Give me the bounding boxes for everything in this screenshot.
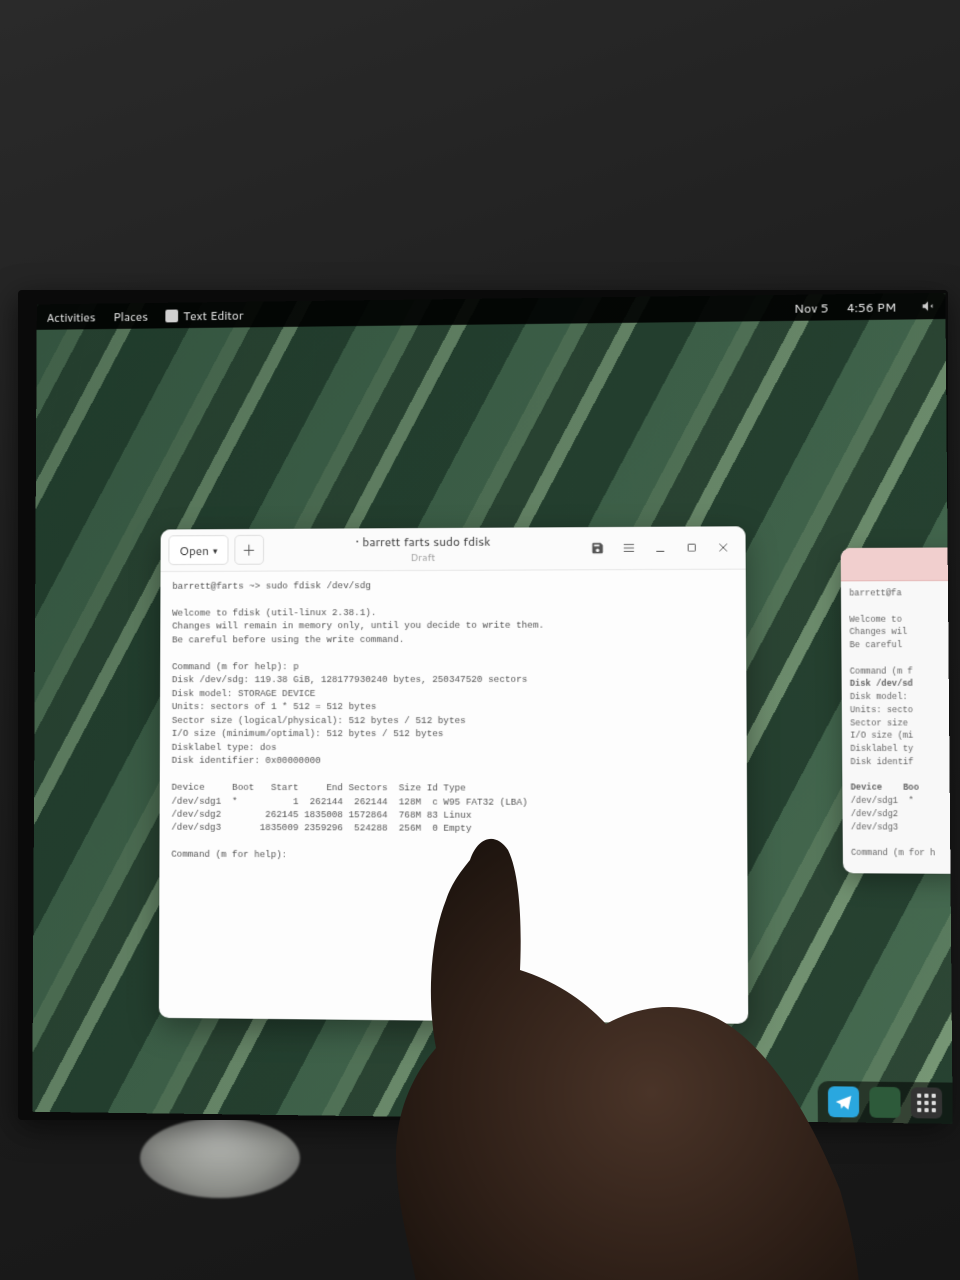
headerbar-left: Open ▾ ＋ [168,535,263,565]
term-line: /dev/sdg1 * 1 262144 262144 128M c W95 F… [171,795,527,807]
w2-line: Device Boo [851,783,919,793]
clock-date[interactable]: Nov 5 [794,299,828,316]
app-menu-label: Text Editor [183,306,243,323]
term-line: Command (m for help): [171,849,287,861]
open-button[interactable]: Open ▾ [168,535,228,565]
text-editor-icon [166,309,179,322]
clock-time[interactable]: 4:56 PM [847,298,897,316]
dock-app-icon[interactable] [869,1087,900,1118]
w2-line: barrett@fa [849,588,902,598]
w2-line: Disklabel ty [850,744,913,754]
new-tab-button[interactable]: ＋ [234,535,264,565]
w2-line: /dev/sdg2 [851,809,898,819]
w2-line: Disk /dev/sd [850,679,913,689]
term-line: Changes will remain in memory only, unti… [172,620,544,632]
w2-line: Be careful [850,640,903,650]
close-button[interactable] [709,533,738,561]
window-subtitle: Draft [264,550,584,565]
w2-line: I/O size (mi [850,731,913,741]
hamburger-menu-icon[interactable] [615,534,643,562]
text-editor-window: Open ▾ ＋ • barrett farts sudo fdisk Draf… [159,526,748,1024]
w2-line: Disk model: [850,692,908,702]
term-line: Disk /dev/sdg: 119.38 GiB, 128177930240 … [172,674,528,685]
term-line: I/O size (minimum/optimal): 512 bytes / … [172,728,444,739]
w2-line: /dev/sdg1 * [851,796,914,806]
minimize-button[interactable] [646,534,674,562]
monitor-stand [140,1118,300,1198]
topbar-spacer [261,308,776,314]
term-line: Sector size (logical/physical): 512 byte… [172,715,466,726]
window-title-text: • barrett farts sudo fdisk [355,533,490,551]
term-line: Command (m for help): p [172,661,299,672]
w2-line: Units: secto [850,705,913,715]
secondary-window-headerbar [841,547,953,581]
w2-line: Changes wil [849,627,907,637]
w2-line: Command (m for h [851,848,935,859]
term-line: barrett@farts ~> sudo fdisk /dev/sdg [172,580,371,592]
term-line: Be careful before using the write comman… [172,634,404,645]
term-line: Welcome to fdisk (util-linux 2.38.1). [172,607,376,619]
w2-line: Sector size [850,718,908,728]
window-headerbar: Open ▾ ＋ • barrett farts sudo fdisk Draf… [161,526,746,572]
activities-button[interactable]: Activities [46,308,95,325]
term-line: /dev/sdg2 262145 1835008 1572864 768M 83… [171,809,471,821]
open-button-label: Open [179,542,209,559]
secondary-window-body[interactable]: barrett@fa Welcome to Changes wil Be car… [841,581,953,867]
screen: Activities Places Text Editor Nov 5 4:56… [32,293,952,1124]
term-line: Units: sectors of 1 * 512 = 512 bytes [172,701,377,712]
term-line: Device Boot Start End Sectors Size Id Ty… [172,782,466,794]
w2-line: Disk identif [850,757,913,767]
chevron-down-icon: ▾ [213,544,218,557]
scene-root: Activities Places Text Editor Nov 5 4:56… [0,0,960,1280]
show-apps-icon[interactable] [911,1087,942,1118]
window-title: • barrett farts sudo fdisk Draft [264,532,584,565]
volume-muted-icon[interactable] [921,299,935,313]
dash-dock [818,1081,953,1124]
term-line: Disklabel type: dos [172,741,277,752]
term-line: /dev/sdg3 1835009 2359296 524288 256M 0 … [171,822,471,834]
app-menu[interactable]: Text Editor [166,306,244,324]
w2-line: /dev/sdg3 [851,822,898,832]
term-line: Disk model: STORAGE DEVICE [172,688,316,699]
telegram-icon[interactable] [828,1086,859,1117]
places-menu[interactable]: Places [113,307,148,324]
w2-line: Welcome to [849,614,902,624]
w2-line: Command (m f [850,666,913,676]
editor-text-area[interactable]: barrett@farts ~> sudo fdisk /dev/sdg Wel… [159,570,748,1024]
term-line: Disk identifier: 0x00000000 [172,755,321,766]
maximize-button[interactable] [677,534,706,562]
secondary-window: barrett@fa Welcome to Changes wil Be car… [841,547,953,874]
plus-icon: ＋ [242,540,256,560]
save-icon[interactable] [583,534,611,562]
headerbar-right [583,533,737,562]
